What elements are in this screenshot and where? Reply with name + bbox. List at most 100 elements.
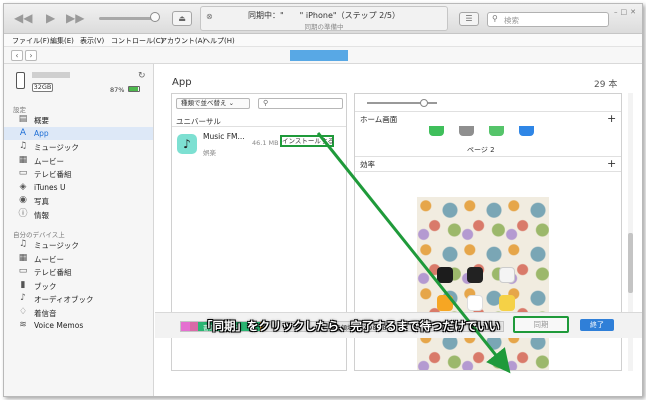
zoom-slider-knob[interactable] [420,99,428,107]
menu-view[interactable]: 表示(V) [80,36,104,46]
book-icon: ▮ [20,279,26,290]
sidebar-item-label: Voice Memos [34,321,84,330]
stocks-app-icon [467,267,483,283]
search-icon: ⚲ [263,99,269,107]
camera-icon: ◉ [19,195,27,205]
app-count: 29 本 [594,80,618,90]
app-category: 娯楽 [203,149,216,157]
ibooks-app-icon [437,295,453,311]
add-page-icon[interactable]: + [607,113,616,124]
music-note-icon: ♫ [18,141,28,151]
summary-icon: ▤ [18,114,28,124]
page-title: App [172,77,192,88]
sidebar-item-label: ミュージック [34,143,79,152]
sidebar-item-settings-5[interactable]: ◈ iTunes U [4,181,153,194]
sync-spinner-icon: ↻ [138,71,146,81]
film-icon: ▦ [18,252,28,263]
divider [355,156,621,157]
device-name [32,72,70,78]
sync-button[interactable]: 同期 [513,316,569,333]
itunes-window: ◀◀ ▶ ▶▶ ⏏ ⊗ 同期中：" " iPhone"（ステップ 2/5） 同期… [3,3,643,397]
sidebar-item-label: テレビ番組 [34,268,72,277]
calendar-app-icon [499,267,515,283]
bell-icon: ♢ [18,306,28,317]
app-name: Music FM... [203,132,245,141]
menu-file[interactable]: ファイル(F) [12,36,50,46]
sidebar-item-ondevice-6[interactable]: ≋ Voice Memos [4,319,153,332]
menu-controls[interactable]: コントロール(C) [111,36,163,46]
menu-help[interactable]: ヘルプ(H) [203,36,235,46]
search-input[interactable]: ⚲ 検索 [487,12,609,27]
install-button[interactable]: インストールする [280,135,334,147]
music-note-icon: ♫ [18,239,28,249]
tv-icon: ▭ [18,266,28,276]
sidebar-item-label: 写真 [34,197,49,206]
mini-app-icon [429,126,444,136]
sidebar-item-label: ムービー [34,254,64,264]
sidebar-item-label: iTunes U [34,182,66,192]
done-button[interactable]: 終了 [580,319,614,331]
sidebar-item-settings-1[interactable]: A App [4,126,153,140]
sidebar-item-settings-0[interactable]: ▤ 概要 [4,113,153,126]
sidebar: 32GB 87% ↻ 設定 ▤ 概要 A App ♫ ミュージック ▦ ムービー ▭ テレビ番組 ◈… [4,64,154,396]
tv-icon: ▭ [18,168,28,178]
tips-app-icon [499,295,515,311]
toolbar: ◀◀ ▶ ▶▶ ⏏ ⊗ 同期中：" " iPhone"（ステップ 2/5） 同期… [4,4,642,34]
rewind-icon[interactable]: ◀◀ [14,11,32,25]
sidebar-item-ondevice-1[interactable]: ▦ ムービー [4,252,153,265]
menu-edit[interactable]: 編集(E) [50,36,74,46]
navigation-bar: ‹ › [4,47,642,64]
home-app-icon [467,295,483,311]
app-store-icon: A [19,127,27,138]
add-page-icon[interactable]: + [607,158,616,169]
page-label: ページ 2 [467,146,495,154]
voice-memo-icon: ≋ [19,320,27,330]
info-icon: ⓘ [18,208,28,219]
mini-app-icon [459,126,474,136]
scrollbar-thumb[interactable] [628,233,633,293]
menu-account[interactable]: アカウント(A) [160,36,205,46]
app-search-input[interactable]: ⚲ [258,98,343,109]
app-size: 46.1 MB [252,139,279,147]
sidebar-item-ondevice-3[interactable]: ▮ ブック [4,279,153,292]
capacity-badge: 32GB [32,83,53,92]
sidebar-item-ondevice-0[interactable]: ♫ ミュージック [4,238,153,251]
effects-header: 効率 [360,160,375,169]
graduation-cap-icon: ◈ [19,181,27,192]
sidebar-item-settings-6[interactable]: ◉ 写真 [4,194,153,207]
sidebar-item-label: ブック [34,281,57,291]
battery-percent: 87% [110,86,125,94]
sidebar-item-settings-3[interactable]: ▦ ムービー [4,154,153,167]
sidebar-item-label: オーディオブック [34,295,94,304]
divider [172,126,346,127]
volume-slider[interactable] [99,17,154,20]
divider [355,171,621,172]
sidebar-item-settings-7[interactable]: ⓘ 情報 [4,208,153,221]
home-screen-header: ホーム画面 [360,115,398,124]
main-content: App 29 本 種類で並べ替え ⌄ ⚲ ユニバーサル ♪ Music FM..… [155,64,642,396]
cancel-sync-icon[interactable]: ⊗ [206,12,213,21]
headphones-icon: ♪ [20,293,26,303]
airplay-icon[interactable]: ⏏ [172,11,192,26]
sidebar-item-ondevice-4[interactable]: ♪ オーディオブック [4,292,153,305]
sidebar-item-ondevice-2[interactable]: ▭ テレビ番組 [4,265,153,278]
sidebar-item-settings-2[interactable]: ♫ ミュージック [4,140,153,153]
sidebar-item-ondevice-5[interactable]: ♢ 着信音 [4,306,153,319]
sidebar-item-label: テレビ番組 [34,170,72,179]
volume-knob[interactable] [150,12,160,22]
window-controls[interactable]: –□✕ [614,8,639,16]
search-placeholder: 検索 [504,16,519,25]
device-tab[interactable] [290,50,348,61]
sort-dropdown[interactable]: 種類で並べ替え ⌄ [176,98,250,109]
forward-icon[interactable]: › [25,50,37,61]
sidebar-item-label: ミュージック [34,241,79,250]
search-icon: ⚲ [492,14,498,23]
list-view-icon[interactable]: ☰ [459,12,479,26]
play-icon[interactable]: ▶ [46,11,55,25]
fast-forward-icon[interactable]: ▶▶ [66,11,84,25]
sidebar-item-label: App [34,128,49,138]
back-icon[interactable]: ‹ [11,50,23,61]
sidebar-item-label: 概要 [34,116,49,125]
sidebar-item-settings-4[interactable]: ▭ テレビ番組 [4,167,153,180]
iphone-icon [16,72,25,89]
